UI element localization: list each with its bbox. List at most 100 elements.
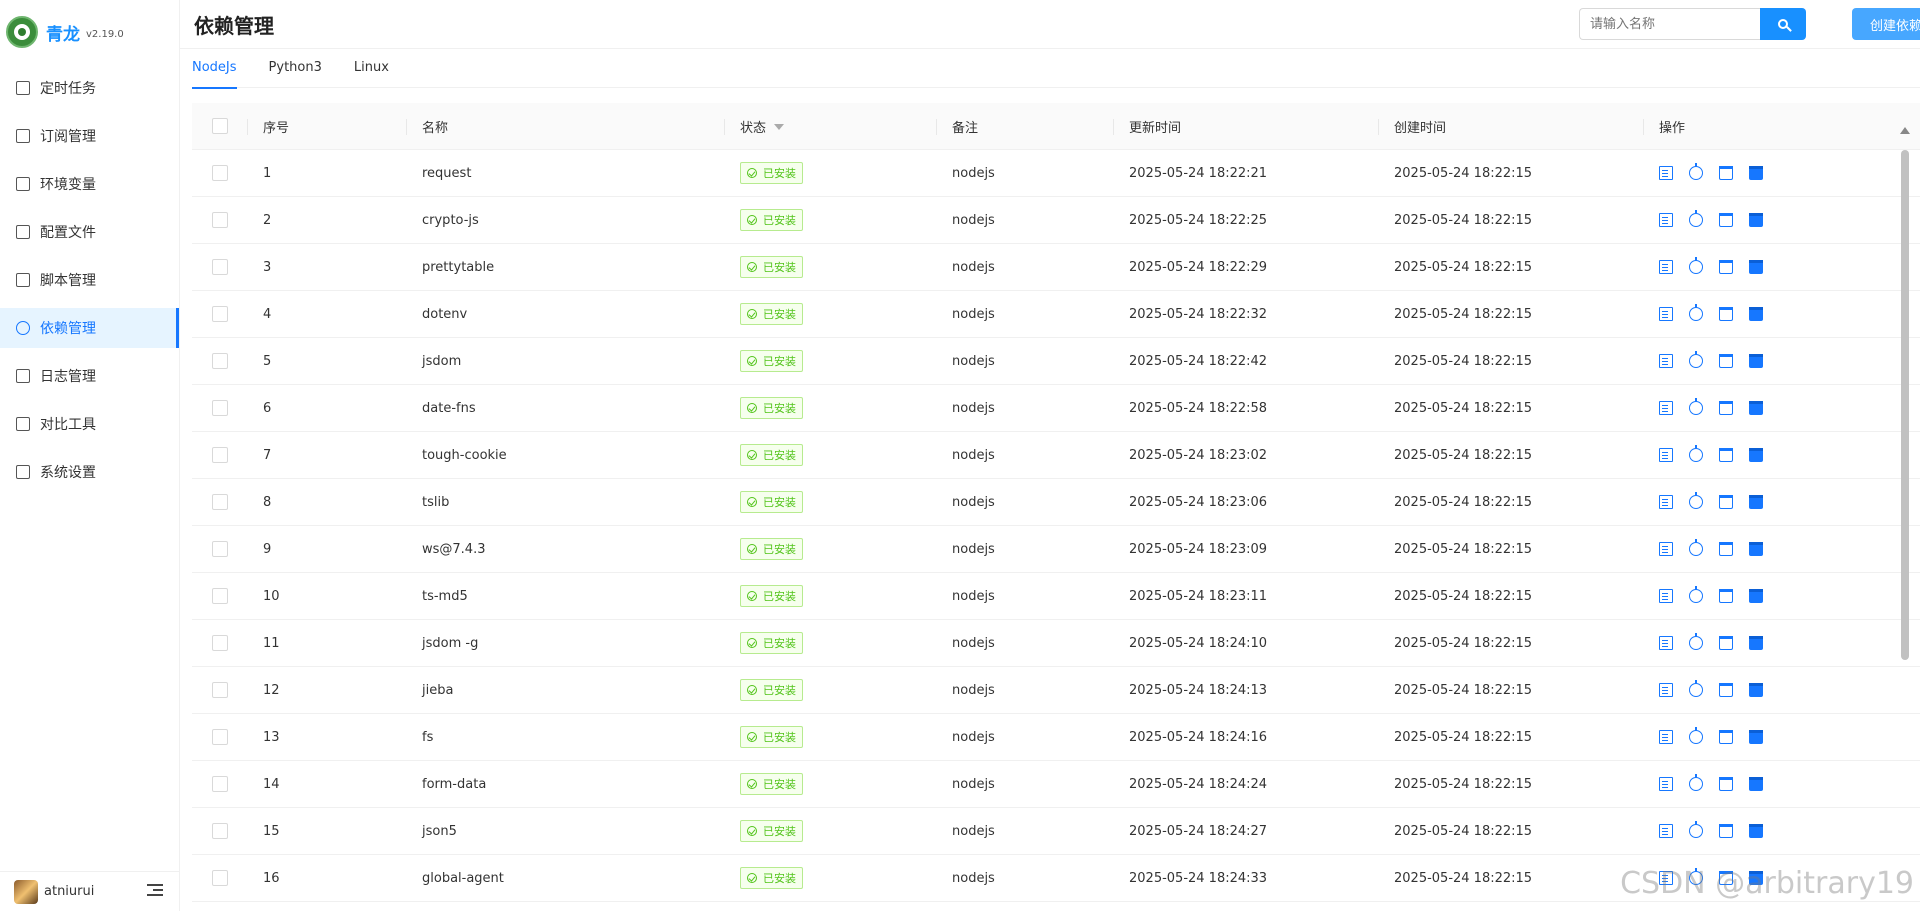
brand[interactable]: 青龙 v2.19.0	[0, 0, 179, 64]
reinstall-bug-icon[interactable]	[1689, 351, 1703, 368]
force-delete-icon[interactable]	[1749, 542, 1763, 556]
avatar[interactable]	[14, 879, 38, 904]
log-icon[interactable]	[1659, 307, 1673, 321]
reinstall-bug-icon[interactable]	[1689, 774, 1703, 791]
delete-icon[interactable]	[1719, 636, 1733, 650]
log-icon[interactable]	[1659, 589, 1673, 603]
reinstall-bug-icon[interactable]	[1689, 304, 1703, 321]
row-checkbox[interactable]	[211, 823, 228, 839]
select-all-checkbox[interactable]	[211, 118, 228, 134]
sidebar-item-6[interactable]: 日志管理	[0, 356, 179, 396]
create-dependency-button[interactable]: 创建依赖	[1852, 8, 1920, 40]
log-icon[interactable]	[1659, 495, 1673, 509]
row-checkbox[interactable]	[211, 494, 228, 510]
delete-icon[interactable]	[1719, 777, 1733, 791]
row-checkbox[interactable]	[211, 353, 228, 369]
sidebar-item-0[interactable]: 定时任务	[0, 68, 179, 108]
row-checkbox[interactable]	[211, 165, 228, 181]
collapse-menu-icon[interactable]	[147, 884, 163, 898]
log-icon[interactable]	[1659, 354, 1673, 368]
tab-nodejs[interactable]: NodeJs	[192, 56, 237, 89]
reinstall-bug-icon[interactable]	[1689, 586, 1703, 603]
force-delete-icon[interactable]	[1749, 448, 1763, 462]
force-delete-icon[interactable]	[1749, 401, 1763, 415]
log-icon[interactable]	[1659, 824, 1673, 838]
sidebar-item-2[interactable]: 环境变量	[0, 164, 179, 204]
log-icon[interactable]	[1659, 401, 1673, 415]
delete-icon[interactable]	[1719, 589, 1733, 603]
reinstall-bug-icon[interactable]	[1689, 257, 1703, 274]
row-checkbox[interactable]	[211, 541, 228, 557]
row-updated: 2025-05-24 18:23:06	[1129, 494, 1268, 510]
reinstall-bug-icon[interactable]	[1689, 821, 1703, 838]
force-delete-icon[interactable]	[1749, 260, 1763, 274]
sidebar-item-3[interactable]: 配置文件	[0, 212, 179, 252]
reinstall-bug-icon[interactable]	[1689, 163, 1703, 180]
force-delete-icon[interactable]	[1749, 636, 1763, 650]
row-checkbox[interactable]	[211, 635, 228, 651]
row-checkbox[interactable]	[211, 682, 228, 698]
username[interactable]: atniurui	[44, 884, 94, 899]
row-checkbox[interactable]	[211, 729, 228, 745]
reinstall-bug-icon[interactable]	[1689, 445, 1703, 462]
delete-icon[interactable]	[1719, 495, 1733, 509]
force-delete-icon[interactable]	[1749, 589, 1763, 603]
row-checkbox[interactable]	[211, 776, 228, 792]
reinstall-bug-icon[interactable]	[1689, 633, 1703, 650]
log-icon[interactable]	[1659, 213, 1673, 227]
log-icon[interactable]	[1659, 542, 1673, 556]
row-checkbox[interactable]	[211, 588, 228, 604]
delete-icon[interactable]	[1719, 401, 1733, 415]
log-icon[interactable]	[1659, 448, 1673, 462]
force-delete-icon[interactable]	[1749, 824, 1763, 838]
reinstall-bug-icon[interactable]	[1689, 727, 1703, 744]
force-delete-icon[interactable]	[1749, 307, 1763, 321]
delete-icon[interactable]	[1719, 683, 1733, 697]
force-delete-icon[interactable]	[1749, 777, 1763, 791]
row-checkbox[interactable]	[211, 447, 228, 463]
sidebar-item-8[interactable]: 系统设置	[0, 452, 179, 492]
scrollbar[interactable]	[1901, 150, 1909, 660]
delete-icon[interactable]	[1719, 824, 1733, 838]
log-icon[interactable]	[1659, 166, 1673, 180]
sidebar-item-7[interactable]: 对比工具	[0, 404, 179, 444]
tab-python3[interactable]: Python3	[269, 56, 322, 88]
sidebar-item-1[interactable]: 订阅管理	[0, 116, 179, 156]
delete-icon[interactable]	[1719, 448, 1733, 462]
reinstall-bug-icon[interactable]	[1689, 539, 1703, 556]
force-delete-icon[interactable]	[1749, 730, 1763, 744]
force-delete-icon[interactable]	[1749, 213, 1763, 227]
log-icon[interactable]	[1659, 636, 1673, 650]
force-delete-icon[interactable]	[1749, 166, 1763, 180]
delete-icon[interactable]	[1719, 213, 1733, 227]
delete-icon[interactable]	[1719, 260, 1733, 274]
search-input[interactable]	[1579, 8, 1760, 40]
row-checkbox[interactable]	[211, 259, 228, 275]
delete-icon[interactable]	[1719, 307, 1733, 321]
delete-icon[interactable]	[1719, 542, 1733, 556]
force-delete-icon[interactable]	[1749, 683, 1763, 697]
scroll-up-icon[interactable]	[1900, 127, 1910, 134]
sidebar-item-4[interactable]: 脚本管理	[0, 260, 179, 300]
force-delete-icon[interactable]	[1749, 354, 1763, 368]
row-checkbox[interactable]	[211, 306, 228, 322]
reinstall-bug-icon[interactable]	[1689, 398, 1703, 415]
tab-linux[interactable]: Linux	[354, 56, 389, 88]
row-checkbox[interactable]	[211, 212, 228, 228]
log-icon[interactable]	[1659, 777, 1673, 791]
reinstall-bug-icon[interactable]	[1689, 210, 1703, 227]
reinstall-bug-icon[interactable]	[1689, 492, 1703, 509]
delete-icon[interactable]	[1719, 166, 1733, 180]
log-icon[interactable]	[1659, 683, 1673, 697]
log-icon[interactable]	[1659, 730, 1673, 744]
row-checkbox[interactable]	[211, 400, 228, 416]
filter-icon[interactable]	[774, 124, 785, 130]
log-icon[interactable]	[1659, 260, 1673, 274]
search-button[interactable]	[1760, 8, 1806, 40]
force-delete-icon[interactable]	[1749, 495, 1763, 509]
delete-icon[interactable]	[1719, 730, 1733, 744]
row-checkbox[interactable]	[211, 870, 228, 886]
delete-icon[interactable]	[1719, 354, 1733, 368]
reinstall-bug-icon[interactable]	[1689, 680, 1703, 697]
sidebar-item-5[interactable]: 依赖管理	[0, 308, 179, 348]
